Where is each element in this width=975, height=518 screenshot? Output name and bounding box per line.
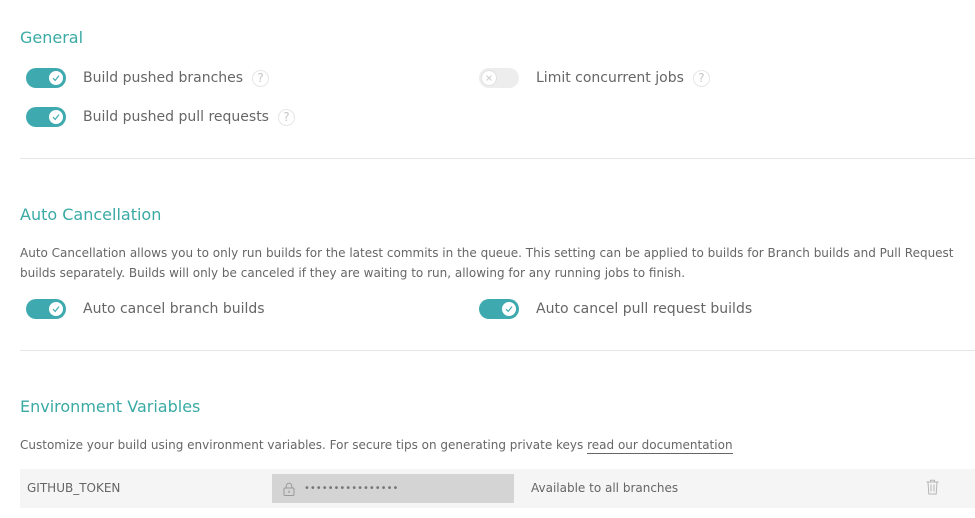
question-icon[interactable]: ? xyxy=(277,108,295,126)
build-pushed-pull-requests-label: Build pushed pull requests xyxy=(83,109,269,125)
build-pushed-branches-toggle[interactable] xyxy=(26,68,66,88)
env-var-masked-value: •••••••••••••••• xyxy=(304,483,399,494)
environment-variables-description-text: Customize your build using environment v… xyxy=(20,438,584,452)
auto-cancel-pull-request-builds-label: Auto cancel pull request builds xyxy=(536,301,753,317)
section-title-environment-variables: Environment Variables xyxy=(20,397,201,416)
section-title-auto-cancellation: Auto Cancellation xyxy=(20,205,162,224)
setting-auto-cancel-pull-request-builds: Auto cancel pull request builds xyxy=(479,298,752,320)
check-icon xyxy=(48,70,64,86)
limit-concurrent-jobs-toggle[interactable] xyxy=(479,68,519,88)
auto-cancel-branch-builds-toggle[interactable] xyxy=(26,299,66,319)
check-icon xyxy=(48,301,64,317)
auto-cancel-branch-builds-label: Auto cancel branch builds xyxy=(83,301,265,317)
env-var-value-field: •••••••••••••••• xyxy=(272,474,514,503)
lock-icon xyxy=(283,482,295,496)
setting-build-pushed-pull-requests: Build pushed pull requests ? xyxy=(26,106,295,128)
limit-concurrent-jobs-label: Limit concurrent jobs xyxy=(536,70,684,86)
auto-cancellation-description: Auto Cancellation allows you to only run… xyxy=(20,246,954,280)
build-pushed-pull-requests-toggle[interactable] xyxy=(26,107,66,127)
environment-variables-description: Customize your build using environment v… xyxy=(20,435,970,455)
section-divider xyxy=(20,158,975,159)
documentation-link[interactable]: read our documentation xyxy=(587,438,733,454)
section-divider xyxy=(20,350,975,351)
x-icon xyxy=(481,70,497,86)
section-title-general: General xyxy=(20,28,84,47)
build-pushed-branches-label: Build pushed branches xyxy=(83,70,244,86)
setting-build-pushed-branches: Build pushed branches ? xyxy=(26,67,270,89)
check-icon xyxy=(48,109,64,125)
env-var-scope: Available to all branches xyxy=(531,481,679,495)
env-var-name: GITHUB_TOKEN xyxy=(27,481,121,495)
auto-cancel-pull-request-builds-toggle[interactable] xyxy=(479,299,519,319)
check-icon xyxy=(501,301,517,317)
setting-auto-cancel-branch-builds: Auto cancel branch builds xyxy=(26,298,265,320)
trash-icon[interactable] xyxy=(926,479,939,495)
question-icon[interactable]: ? xyxy=(692,69,710,87)
env-var-row: GITHUB_TOKEN •••••••••••••••• Available … xyxy=(20,469,975,508)
setting-limit-concurrent-jobs: Limit concurrent jobs ? xyxy=(479,67,710,89)
question-icon[interactable]: ? xyxy=(252,69,270,87)
